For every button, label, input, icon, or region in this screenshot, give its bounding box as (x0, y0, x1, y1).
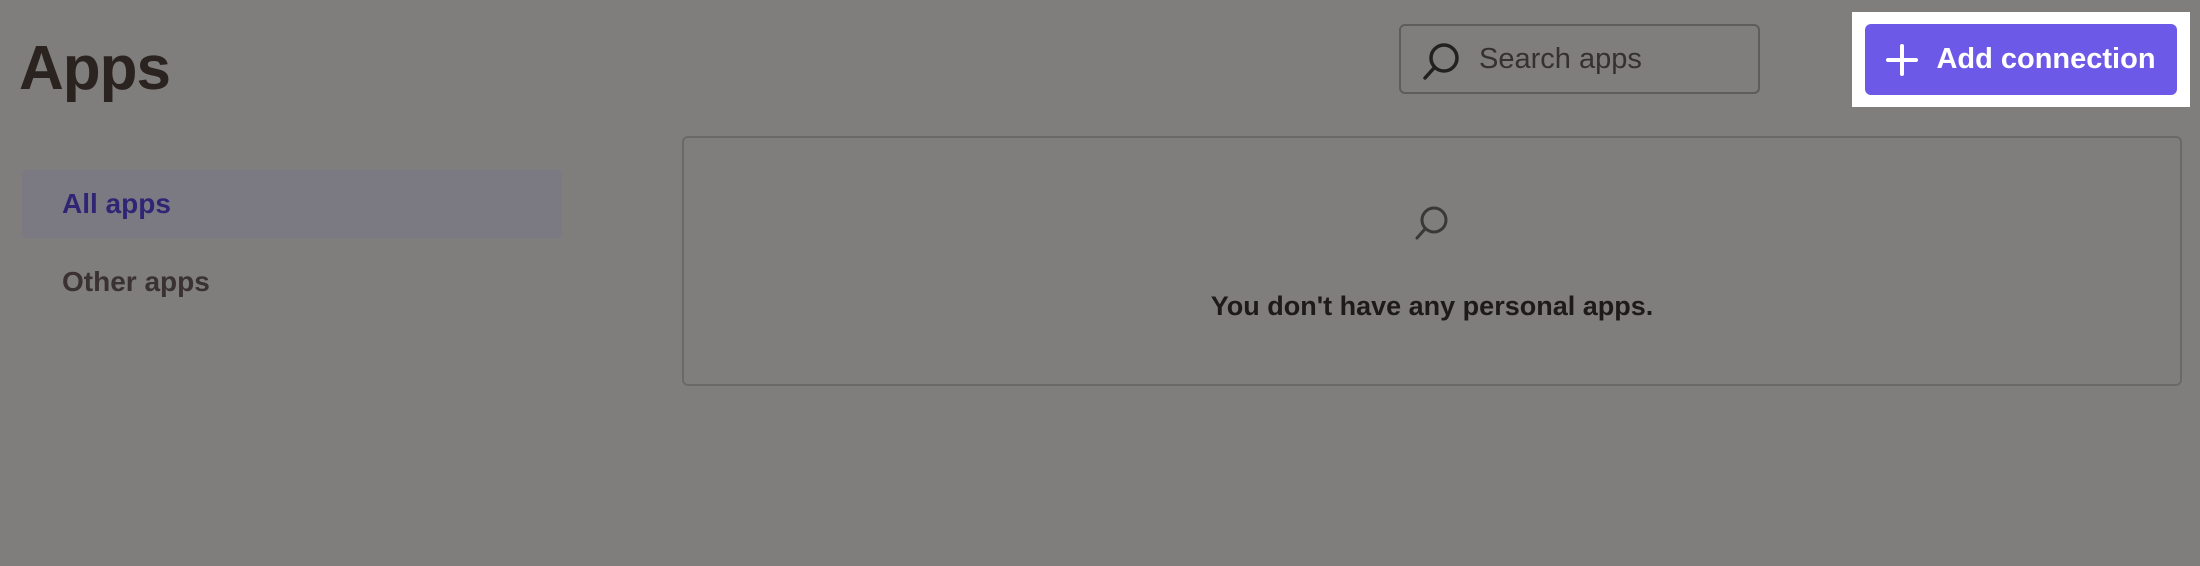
search-box[interactable] (1399, 24, 1760, 94)
search-icon (1411, 202, 1451, 249)
search-input[interactable] (1479, 26, 1749, 92)
sidebar-item-other-apps[interactable]: Other apps (22, 248, 562, 316)
empty-state-card: You don't have any personal apps. (682, 136, 2182, 386)
add-connection-button[interactable]: Add connection (1865, 24, 2177, 95)
plus-icon (1886, 43, 1919, 76)
add-connection-highlight: Add connection (1852, 12, 2190, 107)
page-title: Apps (19, 34, 171, 103)
sidebar-item-label: All apps (62, 188, 171, 219)
sidebar-item-label: Other apps (62, 266, 210, 297)
sidebar-item-all-apps[interactable]: All apps (22, 170, 562, 238)
sidebar: All apps Other apps (22, 170, 562, 326)
empty-state-message: You don't have any personal apps. (1210, 291, 1654, 321)
search-icon (1421, 40, 1461, 87)
add-connection-label: Add connection (1936, 43, 2156, 75)
